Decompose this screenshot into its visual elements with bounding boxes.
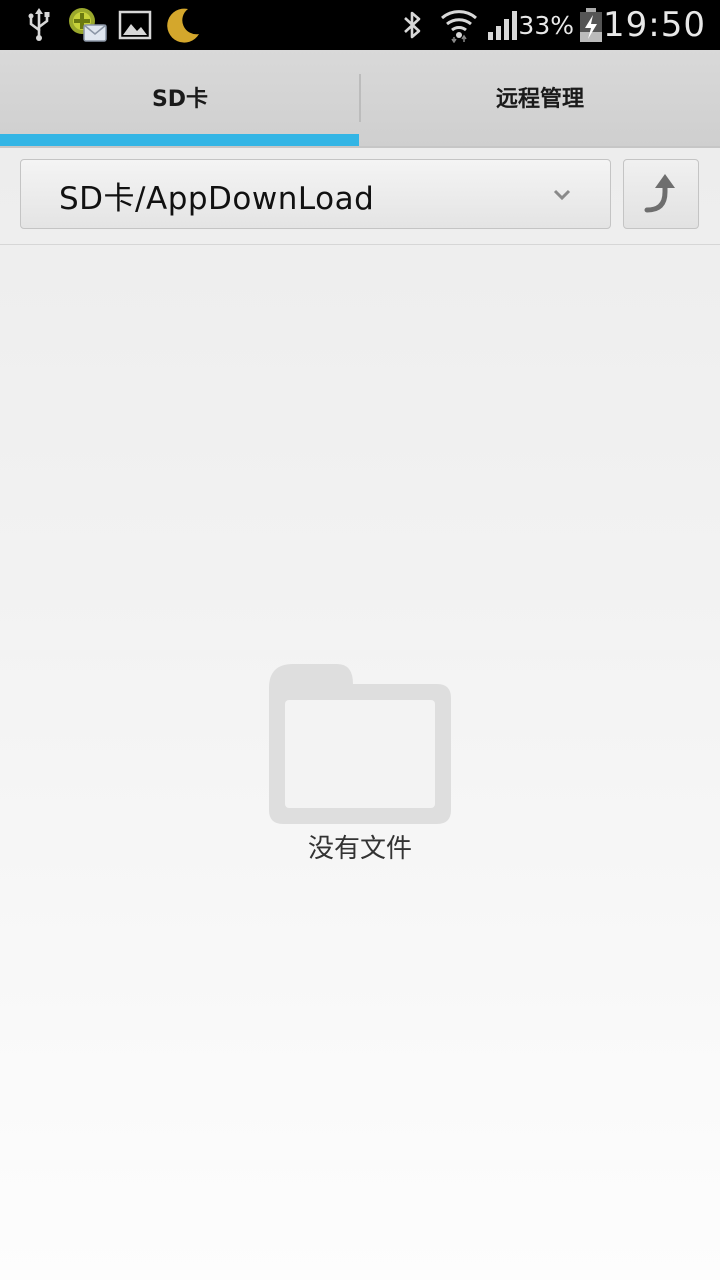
folder-icon: [267, 660, 453, 830]
active-tab-indicator: [0, 134, 359, 146]
wifi-icon: [440, 0, 478, 50]
status-bar: 33% 19:50: [0, 0, 720, 50]
path-row: SD卡/AppDownLoad: [0, 146, 720, 245]
empty-state: 没有文件: [260, 660, 460, 870]
battery-charging-icon: [578, 0, 604, 50]
battery-percent: 33%: [518, 10, 574, 40]
chevron-down-icon: [552, 184, 572, 208]
tab-remote-management[interactable]: 远程管理: [360, 50, 720, 146]
path-dropdown[interactable]: SD卡/AppDownLoad: [20, 159, 611, 229]
usb-icon: [26, 0, 52, 50]
clock: 19:50: [603, 5, 706, 45]
current-path: SD卡/AppDownLoad: [59, 180, 375, 217]
bluetooth-icon: [400, 0, 424, 50]
up-directory-button[interactable]: [623, 159, 699, 229]
up-directory-icon: [639, 170, 683, 218]
moon-icon: [164, 0, 202, 50]
empty-message: 没有文件: [307, 834, 412, 864]
signal-icon: [486, 0, 522, 50]
tab-sd-card[interactable]: SD卡: [0, 50, 360, 146]
image-icon: [118, 0, 152, 50]
app-notification-icon: [68, 0, 108, 50]
